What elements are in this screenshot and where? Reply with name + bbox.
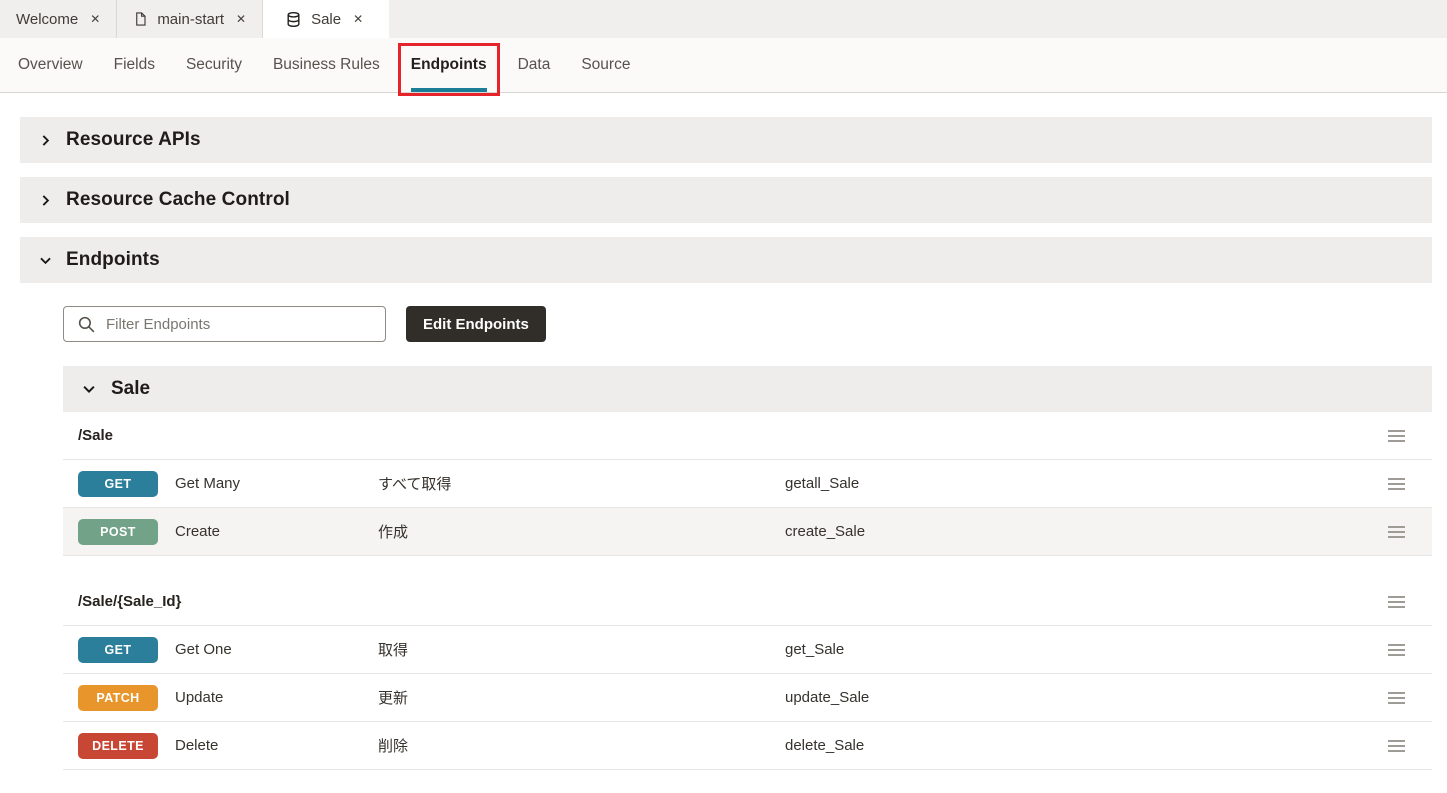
search-icon — [77, 315, 96, 334]
edit-endpoints-button[interactable]: Edit Endpoints — [406, 306, 546, 342]
endpoint-name: Update — [175, 689, 378, 706]
endpoint-description: 取得 — [378, 639, 785, 660]
endpoint-id: getall_Sale — [785, 475, 1432, 492]
endpoint-name: Get One — [175, 641, 378, 658]
tab-label: Source — [581, 56, 630, 74]
editor-tab-label: Sale — [311, 11, 341, 28]
endpoint-description: すべて取得 — [378, 473, 785, 494]
tab-security[interactable]: Security — [186, 38, 242, 92]
path-row: /Sale/{Sale_Id} — [63, 578, 1432, 626]
object-subnav: Overview Fields Security Business Rules … — [0, 38, 1447, 93]
close-icon[interactable]: ✕ — [236, 12, 246, 26]
menu-icon[interactable] — [1388, 644, 1405, 656]
close-icon[interactable]: ✕ — [90, 12, 100, 26]
method-badge: GET — [78, 471, 158, 497]
endpoint-id: get_Sale — [785, 641, 1432, 658]
tab-label: Business Rules — [273, 56, 380, 74]
editor-tab-label: Welcome — [16, 11, 78, 28]
editor-tab-label: main-start — [157, 11, 224, 28]
menu-icon[interactable] — [1388, 478, 1405, 490]
file-icon — [133, 11, 148, 27]
chevron-right-icon — [39, 134, 52, 147]
endpoint-row[interactable]: GET Get Many すべて取得 getall_Sale — [63, 460, 1432, 508]
endpoint-id: delete_Sale — [785, 737, 1432, 754]
filter-endpoints-input[interactable] — [106, 316, 375, 333]
path-label: /Sale/{Sale_Id} — [78, 593, 181, 610]
method-badge: PATCH — [78, 685, 158, 711]
section-title: Endpoints — [66, 249, 160, 271]
editor-tab-sale[interactable]: Sale ✕ — [263, 0, 389, 38]
endpoint-id: create_Sale — [785, 523, 1432, 540]
active-tab-underline — [411, 88, 487, 92]
endpoints-toolbar: Edit Endpoints — [63, 306, 1432, 342]
endpoint-name: Delete — [175, 737, 378, 754]
path-label: /Sale — [78, 427, 113, 444]
sale-endpoint-group: Sale /Sale GET Get Many すべて取得 getall_Sal… — [63, 366, 1432, 770]
sale-group-header[interactable]: Sale — [63, 366, 1432, 412]
endpoint-name: Get Many — [175, 475, 378, 492]
endpoint-description: 削除 — [378, 735, 785, 756]
menu-icon[interactable] — [1388, 430, 1405, 442]
tab-fields[interactable]: Fields — [114, 38, 155, 92]
tab-label: Endpoints — [411, 56, 487, 74]
menu-icon[interactable] — [1388, 692, 1405, 704]
menu-icon[interactable] — [1388, 740, 1405, 752]
path-row: /Sale — [63, 412, 1432, 460]
tab-endpoints[interactable]: Endpoints — [411, 38, 487, 92]
endpoint-name: Create — [175, 523, 378, 540]
method-badge: DELETE — [78, 733, 158, 759]
method-badge: POST — [78, 519, 158, 545]
endpoint-row[interactable]: POST Create 作成 create_Sale — [63, 508, 1432, 556]
editor-tabbar: Welcome ✕ main-start ✕ Sale ✕ — [0, 0, 1447, 38]
section-resource-cache-control[interactable]: Resource Cache Control — [20, 177, 1432, 223]
section-resource-apis[interactable]: Resource APIs — [20, 117, 1432, 163]
tab-data[interactable]: Data — [518, 38, 551, 92]
chevron-down-icon — [39, 254, 52, 267]
endpoint-row[interactable]: DELETE Delete 削除 delete_Sale — [63, 722, 1432, 770]
chevron-right-icon — [39, 194, 52, 207]
tab-business-rules[interactable]: Business Rules — [273, 38, 380, 92]
section-title: Resource APIs — [66, 129, 201, 151]
editor-tab-welcome[interactable]: Welcome ✕ — [0, 0, 117, 38]
section-title: Resource Cache Control — [66, 189, 290, 211]
tab-label: Security — [186, 56, 242, 74]
tab-source[interactable]: Source — [581, 38, 630, 92]
endpoint-description: 更新 — [378, 687, 785, 708]
endpoint-id: update_Sale — [785, 689, 1432, 706]
group-title: Sale — [111, 378, 150, 400]
path-block-sale: /Sale GET Get Many すべて取得 getall_Sale POS… — [63, 412, 1432, 556]
menu-icon[interactable] — [1388, 596, 1405, 608]
endpoints-section-body: Edit Endpoints Sale /Sale GET Get Many す… — [63, 306, 1432, 770]
close-icon[interactable]: ✕ — [353, 12, 363, 26]
tab-label: Data — [518, 56, 551, 74]
tab-label: Overview — [18, 56, 83, 74]
database-icon — [285, 11, 302, 28]
menu-icon[interactable] — [1388, 526, 1405, 538]
endpoint-description: 作成 — [378, 521, 785, 542]
tab-label: Fields — [114, 56, 155, 74]
method-badge: GET — [78, 637, 158, 663]
endpoint-row[interactable]: GET Get One 取得 get_Sale — [63, 626, 1432, 674]
chevron-down-icon — [82, 382, 96, 396]
endpoints-page: Resource APIs Resource Cache Control End… — [0, 93, 1447, 770]
path-block-sale-id: /Sale/{Sale_Id} GET Get One 取得 get_Sale … — [63, 578, 1432, 770]
filter-endpoints-box — [63, 306, 386, 342]
endpoint-row[interactable]: PATCH Update 更新 update_Sale — [63, 674, 1432, 722]
section-endpoints[interactable]: Endpoints — [20, 237, 1432, 283]
tab-overview[interactable]: Overview — [18, 38, 83, 92]
editor-tab-main-start[interactable]: main-start ✕ — [117, 0, 263, 38]
